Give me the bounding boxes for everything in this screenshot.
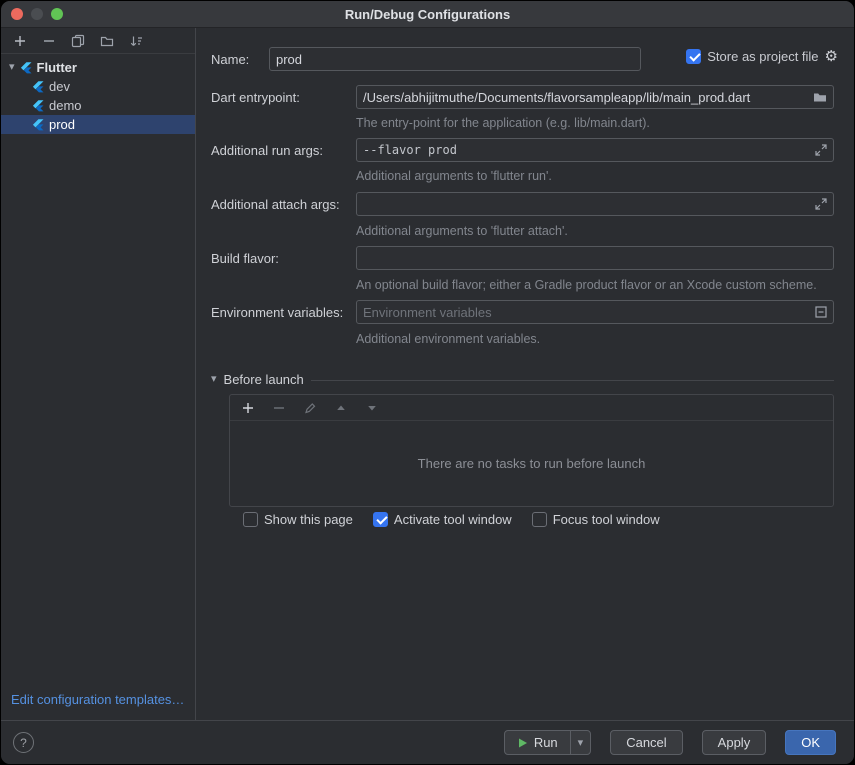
chevron-down-icon[interactable]: ▾ [211, 374, 217, 385]
move-to-folder-icon[interactable] [98, 32, 116, 50]
tree-root-label: Flutter [37, 60, 77, 75]
activate-tool-window-checkbox[interactable] [373, 512, 388, 527]
activate-tool-window-label: Activate tool window [394, 512, 512, 527]
cancel-button[interactable]: Cancel [610, 730, 682, 755]
before-launch-header[interactable]: ▾ Before launch [211, 372, 834, 387]
activate-tool-window-option[interactable]: Activate tool window [373, 512, 512, 527]
remove-configuration-icon[interactable] [40, 32, 58, 50]
flutter-icon [32, 81, 44, 93]
dart-entrypoint-field[interactable] [356, 85, 834, 109]
add-task-icon[interactable] [239, 399, 257, 417]
attach-args-row: Additional attach args: [211, 192, 834, 216]
before-launch-empty-text: There are no tasks to run before launch [230, 421, 833, 506]
run-dropdown-arrow-icon[interactable]: ▾ [570, 731, 591, 754]
apply-button[interactable]: Apply [702, 730, 767, 755]
before-launch-toolbar [230, 395, 833, 421]
run-args-help: Additional arguments to 'flutter run'. [356, 169, 834, 183]
focus-tool-window-label: Focus tool window [553, 512, 660, 527]
show-this-page-option[interactable]: Show this page [243, 512, 353, 527]
configurations-tree: ▾ Flutter dev demo [1, 54, 195, 134]
before-launch-options: Show this page Activate tool window Focu… [243, 512, 660, 527]
configurations-sidebar: ▾ Flutter dev demo [1, 28, 196, 721]
env-vars-row: Environment variables: [211, 300, 834, 324]
sort-configurations-icon[interactable] [127, 32, 145, 50]
move-task-up-icon[interactable] [332, 399, 350, 417]
tree-item-label: demo [49, 98, 82, 113]
build-flavor-row: Build flavor: [211, 246, 834, 270]
attach-args-input[interactable] [363, 197, 809, 211]
configuration-form: Name: Store as project file ⚙ Dart entry… [197, 28, 854, 721]
play-icon [517, 737, 528, 749]
run-button[interactable]: Run [505, 731, 570, 754]
dart-entrypoint-input[interactable] [363, 90, 807, 105]
window-title: Run/Debug Configurations [345, 7, 510, 22]
build-flavor-input[interactable] [363, 251, 827, 266]
edit-configuration-templates-link[interactable]: Edit configuration templates… [11, 692, 184, 707]
traffic-lights [11, 8, 63, 20]
focus-tool-window-option[interactable]: Focus tool window [532, 512, 660, 527]
dialog-footer: ? Run ▾ Cancel Apply OK [1, 720, 854, 764]
run-debug-configurations-dialog: Run/Debug Configurations ▾ [0, 0, 855, 765]
env-vars-field[interactable] [356, 300, 834, 324]
minimize-window-button[interactable] [31, 8, 43, 20]
titlebar: Run/Debug Configurations [1, 1, 854, 28]
run-button-label: Run [534, 735, 558, 750]
name-input[interactable] [276, 52, 634, 67]
flutter-icon [32, 119, 44, 131]
attach-args-help: Additional arguments to 'flutter attach'… [356, 224, 834, 238]
tree-node-prod[interactable]: prod [1, 115, 195, 134]
build-flavor-label: Build flavor: [211, 251, 356, 266]
dart-entrypoint-help: The entry-point for the application (e.g… [356, 116, 834, 130]
before-launch-tasks-panel: There are no tasks to run before launch [229, 394, 834, 507]
ok-button[interactable]: OK [785, 730, 836, 755]
edit-task-icon[interactable] [301, 399, 319, 417]
edit-variables-icon[interactable] [815, 306, 827, 318]
flutter-icon [20, 62, 32, 74]
close-window-button[interactable] [11, 8, 23, 20]
env-vars-input[interactable] [363, 305, 809, 320]
store-as-project-checkbox[interactable] [686, 49, 701, 64]
section-divider [311, 380, 834, 381]
help-button[interactable]: ? [13, 732, 34, 753]
remove-task-icon[interactable] [270, 399, 288, 417]
expand-editor-icon[interactable] [815, 144, 827, 156]
run-split-button[interactable]: Run ▾ [504, 730, 591, 755]
sidebar-toolbar [1, 28, 195, 54]
store-as-project-label: Store as project file [707, 49, 818, 64]
tree-item-label: dev [49, 79, 70, 94]
chevron-down-icon[interactable]: ▾ [9, 62, 15, 73]
store-as-project-option: Store as project file ⚙ [686, 49, 838, 64]
run-args-row: Additional run args: [211, 138, 834, 162]
tree-node-flutter[interactable]: ▾ Flutter [1, 58, 195, 77]
run-args-input[interactable] [363, 143, 809, 157]
env-vars-label: Environment variables: [211, 305, 356, 320]
add-configuration-icon[interactable] [11, 32, 29, 50]
dart-entrypoint-row: Dart entrypoint: [211, 85, 834, 109]
dart-entrypoint-label: Dart entrypoint: [211, 90, 356, 105]
env-vars-help: Additional environment variables. [356, 332, 834, 346]
tree-item-label: prod [49, 117, 75, 132]
flutter-icon [32, 100, 44, 112]
before-launch-title: Before launch [224, 372, 304, 387]
name-label: Name: [211, 52, 269, 67]
zoom-window-button[interactable] [51, 8, 63, 20]
build-flavor-field[interactable] [356, 246, 834, 270]
build-flavor-help: An optional build flavor; either a Gradl… [356, 278, 834, 292]
tree-node-demo[interactable]: demo [1, 96, 195, 115]
attach-args-label: Additional attach args: [211, 197, 356, 212]
show-this-page-checkbox[interactable] [243, 512, 258, 527]
move-task-down-icon[interactable] [363, 399, 381, 417]
footer-buttons: Run ▾ Cancel Apply OK [504, 730, 836, 755]
name-field[interactable] [269, 47, 641, 71]
copy-configuration-icon[interactable] [69, 32, 87, 50]
browse-folder-icon[interactable] [813, 91, 827, 103]
run-args-field[interactable] [356, 138, 834, 162]
tree-node-dev[interactable]: dev [1, 77, 195, 96]
show-this-page-label: Show this page [264, 512, 353, 527]
focus-tool-window-checkbox[interactable] [532, 512, 547, 527]
gear-icon[interactable]: ⚙ [825, 49, 838, 64]
run-args-label: Additional run args: [211, 143, 356, 158]
attach-args-field[interactable] [356, 192, 834, 216]
expand-editor-icon[interactable] [815, 198, 827, 210]
